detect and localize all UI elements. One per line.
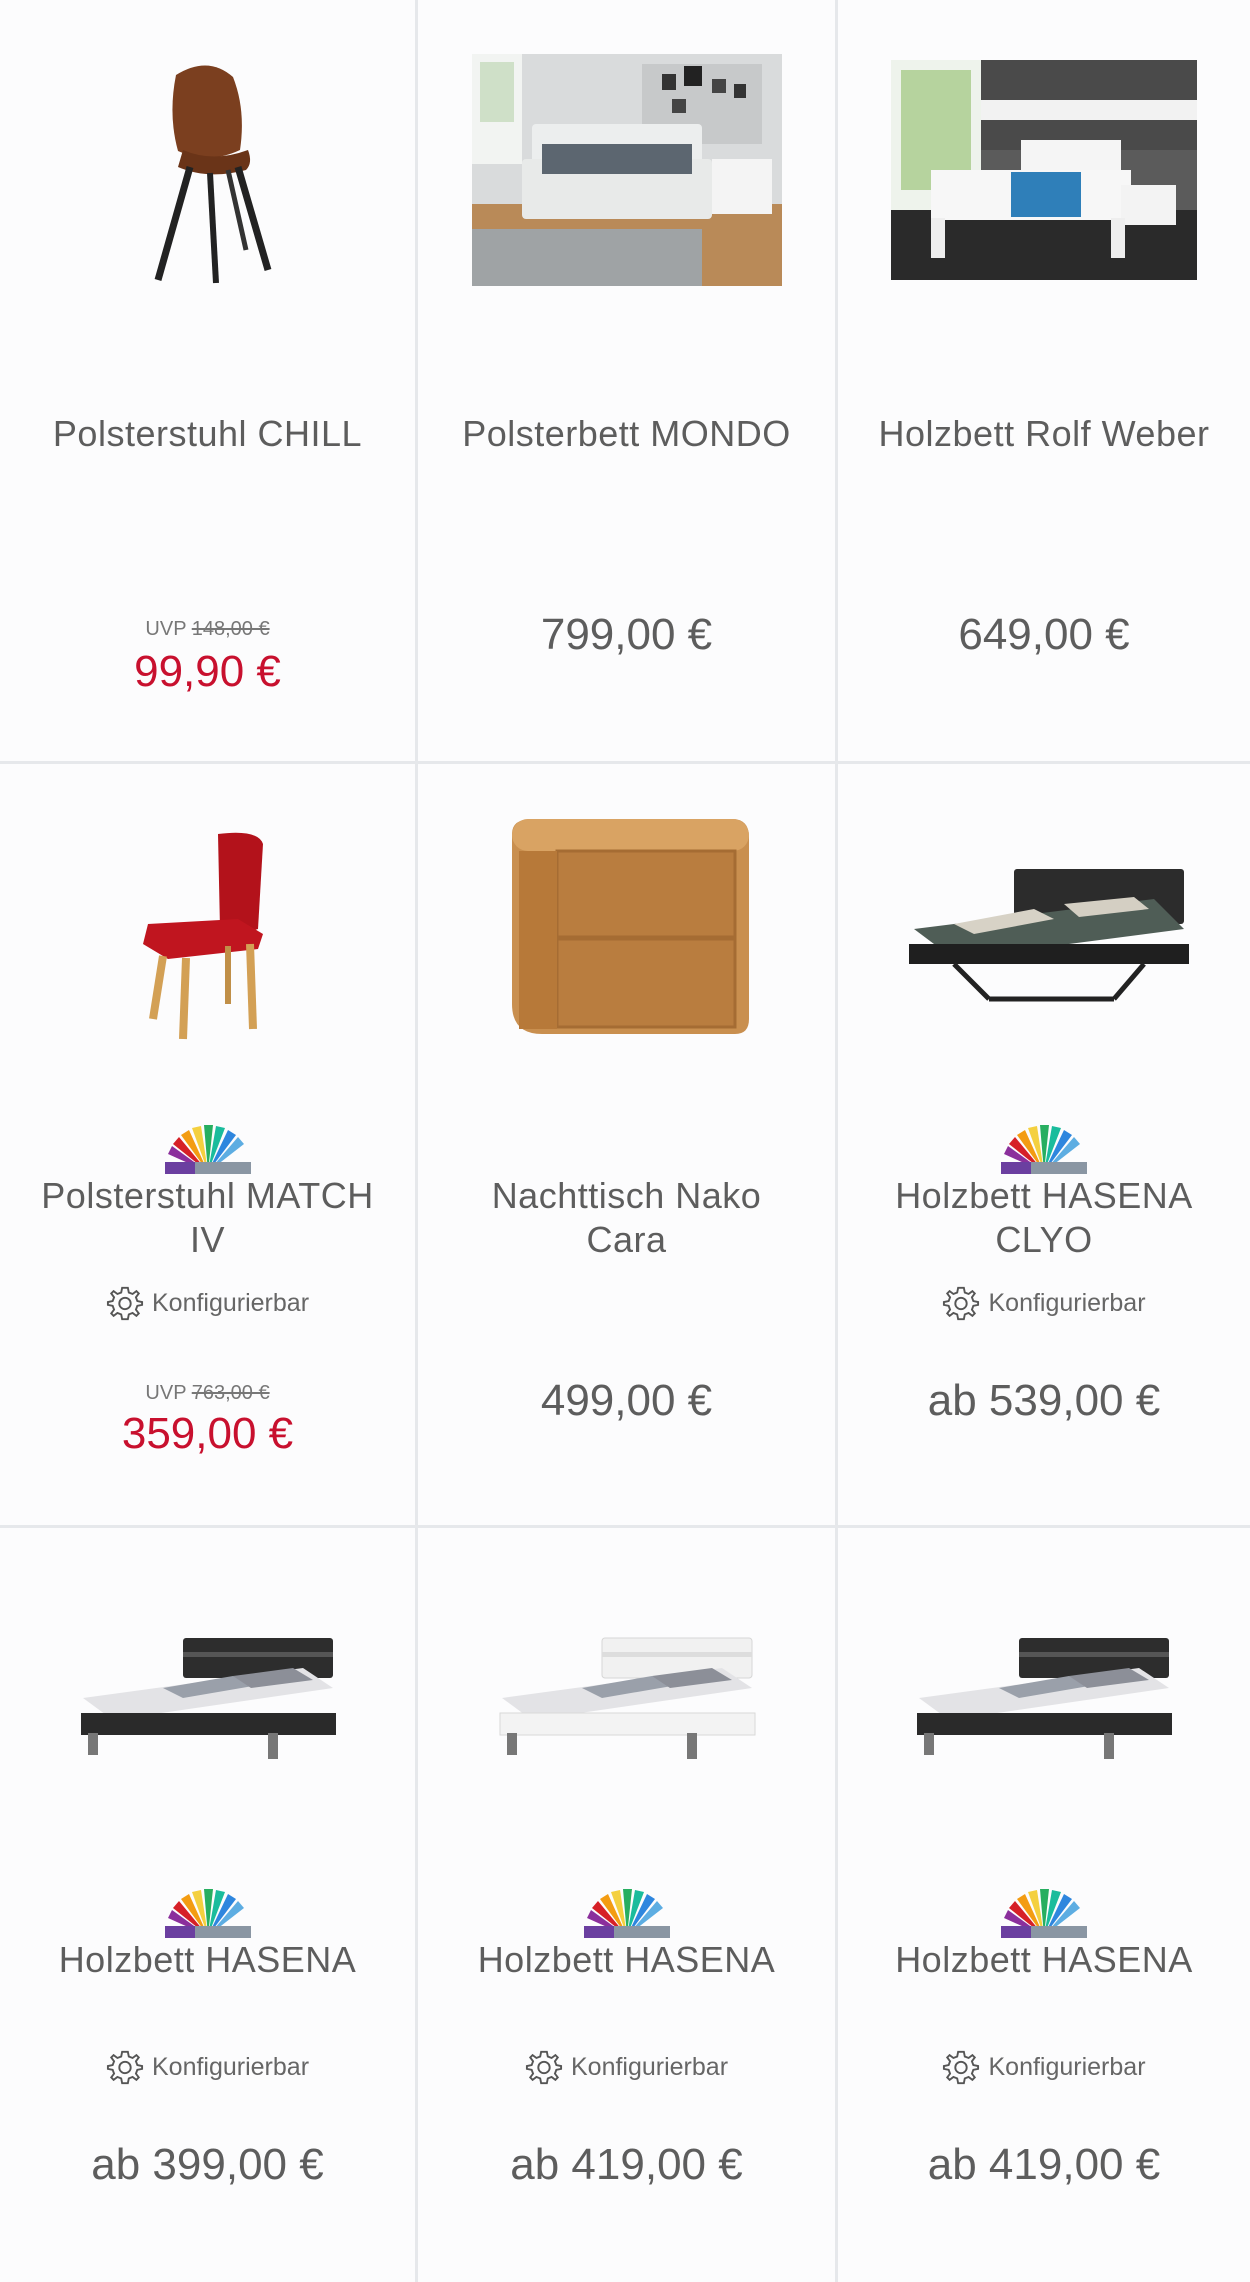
product-title[interactable]: Polsterstuhl MATCH IV: [30, 1174, 385, 1262]
product-price: 499,00 €: [540, 1376, 713, 1425]
configurable-label: Konfigurierbar: [418, 2048, 835, 2086]
product-grid: Polsterstuhl CHILL UVP 148,00 € 99,90 €: [0, 0, 1250, 2282]
product-card[interactable]: Polsterstuhl CHILL UVP 148,00 € 99,90 €: [0, 0, 418, 764]
product-title[interactable]: Nachttisch Nako Cara: [448, 1174, 805, 1262]
configurable-text: Konfigurierbar: [988, 1288, 1146, 1317]
product-image[interactable]: [0, 1568, 415, 1828]
white-bed-photo-image: [891, 60, 1197, 280]
configurable-label: Konfigurierbar: [838, 2048, 1250, 2086]
product-card[interactable]: Holzbett HASENA CLYO Konfigurierbar ab 5…: [838, 764, 1250, 1528]
product-image[interactable]: [0, 40, 415, 300]
product-title[interactable]: Holzbett Rolf Weber: [868, 412, 1220, 456]
color-fan-icon: [999, 1122, 1089, 1174]
sale-price: 359,00 €: [121, 1409, 294, 1458]
product-title[interactable]: Polsterstuhl CHILL: [30, 412, 385, 456]
product-title[interactable]: Holzbett HASENA: [868, 1938, 1220, 1982]
color-fan-icon: [163, 1886, 253, 1938]
product-card[interactable]: Holzbett HASENA Konfigurierbar ab 419,00…: [418, 1528, 838, 2282]
black-bed-image: [909, 869, 1189, 1002]
product-card[interactable]: Holzbett HASENA Konfigurierbar ab 399,00…: [0, 1528, 418, 2282]
configurable-label: Konfigurierbar: [838, 1284, 1250, 1322]
configurable-text: Konfigurierbar: [151, 1288, 310, 1317]
product-title[interactable]: Polsterbett MONDO: [448, 412, 805, 456]
black-bed-low-image: [917, 1638, 1172, 1759]
sale-price: 99,90 €: [134, 647, 281, 696]
product-image[interactable]: [838, 804, 1250, 1064]
red-chair-image: [142, 832, 263, 1040]
product-image[interactable]: [418, 1568, 835, 1828]
uvp-label: UVP: [145, 618, 187, 640]
bedroom-photo-image: [471, 54, 782, 286]
color-fan-icon: [999, 1886, 1089, 1938]
gear-icon: [525, 2050, 563, 2085]
product-card[interactable]: Holzbett HASENA Konfigurierbar ab 419,00…: [838, 1528, 1250, 2282]
gear-icon: [106, 2050, 144, 2085]
product-price: ab 539,00 €: [927, 1376, 1161, 1425]
white-bed-low-image: [499, 1637, 755, 1759]
product-card[interactable]: Polsterstuhl MATCH IV Konfigurierbar UVP…: [0, 764, 418, 1528]
product-image[interactable]: [0, 804, 415, 1064]
black-bed-low-image: [80, 1638, 336, 1759]
product-image[interactable]: [418, 804, 835, 1064]
configurable-text: Konfigurierbar: [570, 2052, 729, 2081]
gear-icon: [106, 1286, 144, 1321]
product-title[interactable]: Holzbett HASENA CLYO: [868, 1174, 1220, 1262]
gear-icon: [943, 1286, 980, 1321]
product-title[interactable]: Holzbett HASENA: [448, 1938, 805, 1982]
product-title[interactable]: Holzbett HASENA: [30, 1938, 385, 1982]
uvp-value: 763,00 €: [191, 1382, 270, 1404]
configurable-text: Konfigurierbar: [988, 2052, 1146, 2081]
product-card[interactable]: Polsterbett MONDO 799,00 €: [418, 0, 838, 764]
product-image[interactable]: [418, 40, 835, 300]
uvp-price: UVP 148,00 €: [0, 618, 415, 641]
product-image[interactable]: [838, 1568, 1250, 1828]
wood-nightstand-image: [511, 819, 749, 1034]
product-price: ab 419,00 €: [510, 2140, 743, 2189]
product-price: 649,00 €: [958, 610, 1130, 659]
configurable-text: Konfigurierbar: [151, 2052, 310, 2081]
product-card[interactable]: Nachttisch Nako Cara 499,00 €: [418, 764, 838, 1528]
color-fan-icon: [163, 1122, 253, 1174]
gear-icon: [943, 2050, 980, 2085]
configurable-label: Konfigurierbar: [0, 1284, 415, 1322]
product-price: 799,00 €: [540, 610, 713, 659]
uvp-label: UVP: [145, 1382, 187, 1404]
color-fan-icon: [582, 1886, 672, 1938]
brown-chair-image: [154, 65, 271, 284]
product-card[interactable]: Holzbett Rolf Weber 649,00 €: [838, 0, 1250, 764]
product-price: ab 399,00 €: [91, 2140, 324, 2189]
product-image[interactable]: [838, 40, 1250, 300]
product-price: ab 419,00 €: [927, 2140, 1161, 2189]
uvp-value: 148,00 €: [191, 618, 270, 640]
uvp-price: UVP 763,00 €: [0, 1382, 415, 1405]
configurable-label: Konfigurierbar: [0, 2048, 415, 2086]
